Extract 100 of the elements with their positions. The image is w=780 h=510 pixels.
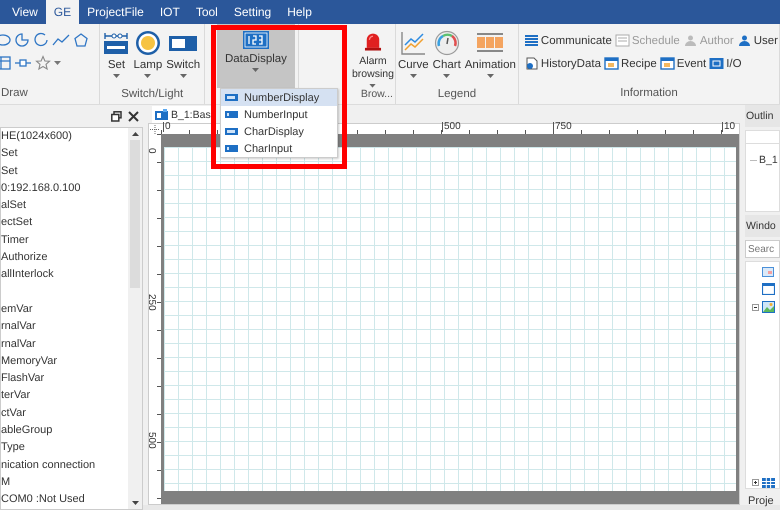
tree-item[interactable]: B_1	[759, 154, 778, 166]
tree-item[interactable]: Type	[1, 439, 128, 457]
tree-item[interactable]: HE(1024x600)	[1, 128, 128, 146]
group-label: Draw	[0, 87, 29, 101]
tree-item[interactable]: COM0 :Not Used	[1, 491, 128, 509]
tree-item[interactable]: M	[1, 474, 128, 492]
image-icon[interactable]	[762, 301, 775, 313]
ribbon-button[interactable]: Recipe	[602, 57, 658, 70]
window-icon[interactable]	[762, 267, 774, 277]
tree-item[interactable]: emVar	[1, 284, 128, 318]
panel-header: Windo	[745, 215, 780, 237]
menu-item[interactable]: CharInput	[221, 140, 337, 157]
ribbon-button[interactable]: Animation	[462, 26, 518, 88]
document-icon	[155, 109, 168, 120]
ribbon-button[interactable]: User	[736, 34, 779, 47]
group-label: Information	[619, 87, 679, 101]
menu-item[interactable]: NumberInput	[221, 106, 337, 123]
caret-icon[interactable]	[54, 61, 61, 65]
menu-item[interactable]: CharDisplay	[221, 123, 337, 140]
gauge-icon	[434, 30, 460, 56]
recipe-icon	[604, 57, 619, 70]
pentagon-icon[interactable]	[73, 32, 89, 48]
tree-item[interactable]: rnalVar	[1, 336, 128, 353]
display-icon	[225, 128, 238, 135]
ruler-label: 250	[146, 294, 156, 311]
display-icon	[225, 111, 238, 118]
set-control-icon	[103, 30, 130, 56]
arrow-up-icon[interactable]	[132, 132, 138, 136]
tree-item[interactable]: MemoryVar	[1, 352, 128, 370]
grid-icon[interactable]	[762, 478, 775, 488]
ribbon-button[interactable]: Event	[658, 57, 708, 70]
expand-icon[interactable]	[752, 479, 759, 486]
schedule-icon	[614, 34, 630, 47]
list-icon	[524, 34, 539, 47]
ruler-corner-icon	[150, 124, 160, 134]
ruler-label: 10	[722, 122, 736, 132]
group-label: Switch/Light	[120, 88, 184, 102]
tree-item[interactable]: alSet	[1, 197, 128, 214]
ruler-label: 500	[146, 432, 156, 449]
menu-tab[interactable]: Help	[279, 0, 320, 24]
ribbon-button[interactable]: Switch	[164, 26, 202, 88]
menu-item[interactable]: NumberDisplay	[221, 89, 337, 106]
ribbon-button[interactable]: I/O	[708, 57, 743, 70]
panel-tab[interactable]: Proje	[745, 492, 780, 510]
user-icon	[736, 34, 752, 47]
ruler-label: 500	[442, 122, 461, 132]
ruler-label: 750	[553, 122, 572, 132]
scrollbar[interactable]	[128, 128, 142, 509]
arc-icon[interactable]	[33, 32, 49, 48]
display-icon	[225, 94, 238, 101]
event-icon	[660, 57, 675, 70]
connector-icon[interactable]	[14, 58, 32, 68]
tree-item[interactable]: FlashVar	[1, 370, 128, 388]
ruler-label: 0	[163, 122, 171, 132]
ruler-label: 0	[146, 148, 156, 154]
number-display-icon	[242, 30, 269, 50]
menu-tab[interactable]: IOT	[152, 0, 188, 24]
tree-item[interactable]: Set	[1, 145, 128, 163]
ribbon-button[interactable]: HistoryData	[522, 57, 602, 70]
menu-tab[interactable]: ProjectFile	[79, 0, 152, 24]
io-icon	[709, 57, 724, 70]
ribbon-button[interactable]: Curve	[396, 26, 431, 88]
ribbon-button[interactable]: Lamp	[131, 26, 164, 88]
tree-item[interactable]: Timer	[1, 232, 128, 250]
tree-item[interactable]: ableGroup	[1, 422, 128, 440]
document-icon	[524, 57, 539, 70]
ribbon-button[interactable]: Set	[101, 26, 132, 88]
alarm-browsing-button[interactable]: Alarm browsing	[350, 26, 395, 88]
menu-tab[interactable]: GE	[46, 0, 80, 24]
data-display-button[interactable]: DataDisplay	[216, 24, 295, 88]
arrow-down-icon[interactable]	[132, 500, 138, 505]
tree-item[interactable]: terVar	[1, 387, 128, 405]
close-icon[interactable]	[128, 110, 139, 122]
menu-tab[interactable]: View	[4, 0, 46, 24]
display-icon	[225, 145, 238, 152]
user-icon	[682, 34, 698, 47]
search-field[interactable]: Searc	[745, 240, 780, 258]
tree-item[interactable]: rnalVar	[1, 318, 128, 336]
tree-item[interactable]: 0:192.168.0.100	[1, 180, 128, 198]
ribbon-button[interactable]: Communicate	[522, 34, 613, 47]
lamp-icon	[134, 30, 161, 56]
group-label: Legend	[436, 88, 478, 102]
menu-tab[interactable]: Setting	[226, 0, 280, 24]
tree-item[interactable]: Authorize	[1, 249, 128, 266]
restore-icon[interactable]	[111, 110, 122, 122]
tree-item[interactable]: nication connection	[1, 456, 128, 474]
panel-header: Outlin	[745, 105, 780, 127]
tree-item[interactable]: ctVar	[1, 404, 128, 422]
polyline-icon[interactable]	[52, 33, 70, 47]
tree-item[interactable]: allInterlock	[1, 266, 128, 284]
tree-item[interactable]: ectSet	[1, 214, 128, 232]
tree-item[interactable]: Set	[1, 162, 128, 180]
window-icon[interactable]	[762, 283, 775, 295]
line-chart-icon	[400, 30, 426, 56]
document-tab[interactable]: B_1:Bas	[152, 106, 214, 123]
menu-tab[interactable]: Tool	[188, 0, 226, 24]
pie-icon[interactable]	[14, 32, 30, 48]
star-icon[interactable]	[35, 55, 51, 71]
ribbon-button[interactable]: Chart	[430, 26, 463, 88]
collapse-icon[interactable]	[752, 304, 759, 310]
